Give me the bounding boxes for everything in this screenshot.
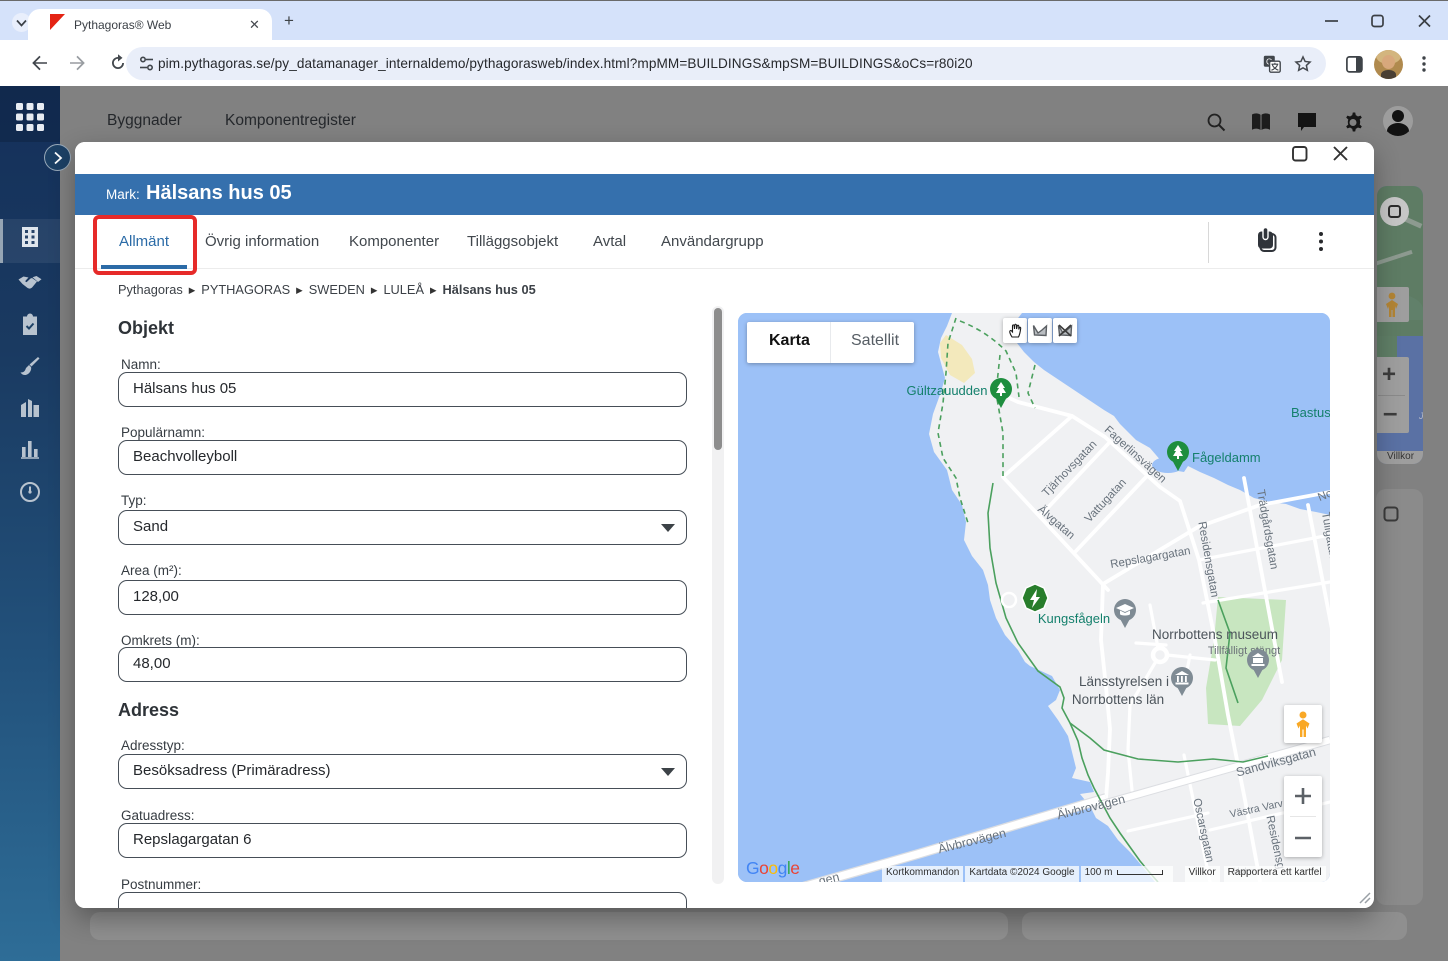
- svg-text:Länsstyrelsen i: Länsstyrelsen i: [1079, 674, 1169, 689]
- svg-text:Norrbottens län: Norrbottens län: [1072, 692, 1164, 707]
- svg-text:Fågeldamm: Fågeldamm: [1192, 450, 1261, 465]
- svg-text:Kungsfågeln: Kungsfågeln: [1038, 611, 1110, 626]
- svg-text:Bastustu: Bastustu: [1291, 405, 1330, 420]
- svg-text:Norrbottens museum: Norrbottens museum: [1152, 627, 1278, 642]
- svg-text:Tillfälligt stängt: Tillfälligt stängt: [1208, 645, 1280, 657]
- svg-text:Gültzauudden: Gültzauudden: [907, 383, 988, 398]
